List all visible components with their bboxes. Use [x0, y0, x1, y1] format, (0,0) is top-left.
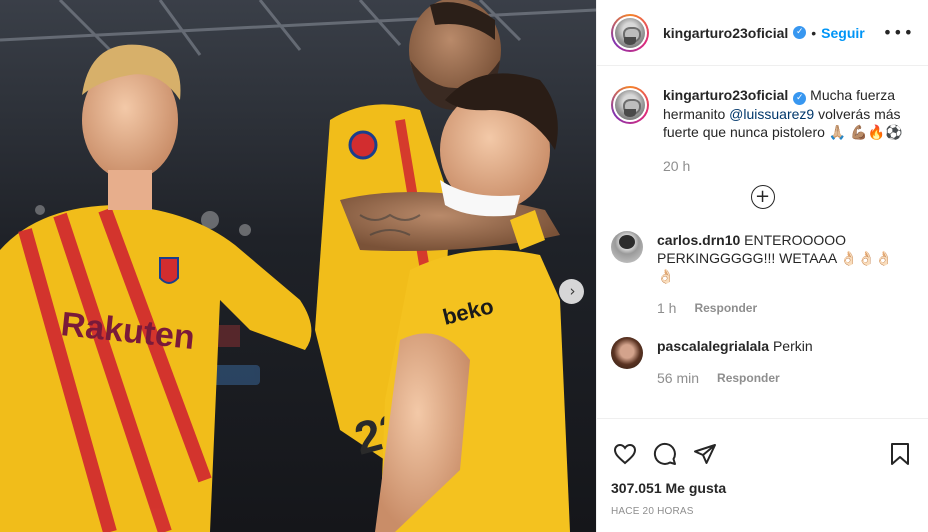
mention-link[interactable]: @luissuarez9 [729, 106, 814, 122]
like-button[interactable] [611, 440, 639, 468]
comment-icon [653, 442, 676, 465]
caption-username[interactable]: kingarturo23oficial [663, 87, 788, 103]
action-bar [597, 418, 928, 478]
photo-illustration: Rakuten 22 beko [0, 0, 596, 532]
caption-author-avatar[interactable] [611, 86, 649, 124]
bookmark-icon [891, 442, 909, 465]
more-options-icon[interactable]: ••• [883, 23, 914, 42]
comment-text: pascalalegrialala Perkin [657, 337, 907, 355]
posted-time: HACE 20 HORAS [611, 506, 694, 517]
heart-icon [613, 443, 637, 464]
post-photo[interactable]: Rakuten 22 beko › [0, 0, 596, 532]
comment-avatar[interactable] [611, 337, 643, 369]
author-avatar[interactable] [611, 13, 649, 52]
follow-button[interactable]: Seguir [821, 25, 865, 41]
next-photo-button[interactable]: › [559, 279, 584, 304]
caption: kingarturo23oficial ✓ Mucha fuerza herman… [611, 86, 914, 175]
likes-count[interactable]: 307.051 Me gusta [597, 478, 928, 500]
comment-item: pascalalegrialala Perkin 56 min Responde… [611, 337, 914, 387]
comment-time: 56 min [657, 370, 700, 386]
comment-content: Perkin [769, 338, 813, 354]
comments-list: kingarturo23oficial ✓ Mucha fuerza herman… [597, 66, 928, 418]
author-username[interactable]: kingarturo23oficial [663, 25, 788, 41]
caption-verified-badge-icon: ✓ [793, 92, 807, 105]
plus-circle-icon: + [754, 186, 771, 207]
comment-time: 1 h [657, 300, 677, 316]
comment-username[interactable]: pascalalegrialala [657, 338, 769, 354]
share-button[interactable] [691, 440, 719, 468]
comment-text: carlos.drn10 ENTEROOOOO PERKINGGGGG!!! W… [657, 231, 907, 285]
comment-item: carlos.drn10 ENTEROOOOO PERKINGGGGG!!! W… [611, 231, 914, 317]
separator-dot: • [811, 24, 817, 41]
comment-avatar[interactable] [611, 231, 643, 263]
post-header: kingarturo23oficial ✓ • Seguir ••• [597, 0, 928, 66]
save-button[interactable] [886, 440, 914, 468]
send-icon [694, 443, 716, 464]
post-side-panel: kingarturo23oficial ✓ • Seguir ••• kinga… [596, 0, 928, 532]
comment-button[interactable] [651, 440, 679, 468]
reply-button[interactable]: Responder [717, 369, 780, 387]
chevron-right-icon: › [569, 282, 576, 300]
comment-username[interactable]: carlos.drn10 [657, 232, 740, 248]
verified-badge-icon: ✓ [793, 26, 807, 39]
load-more-comments-button[interactable]: + [750, 185, 775, 209]
instagram-post: Rakuten 22 beko › kingarturo23oficial ✓ … [0, 0, 928, 532]
reply-button[interactable]: Responder [694, 299, 757, 317]
caption-time: 20 h [663, 158, 691, 174]
caption-text: kingarturo23oficial ✓ Mucha fuerza herman… [663, 86, 903, 141]
